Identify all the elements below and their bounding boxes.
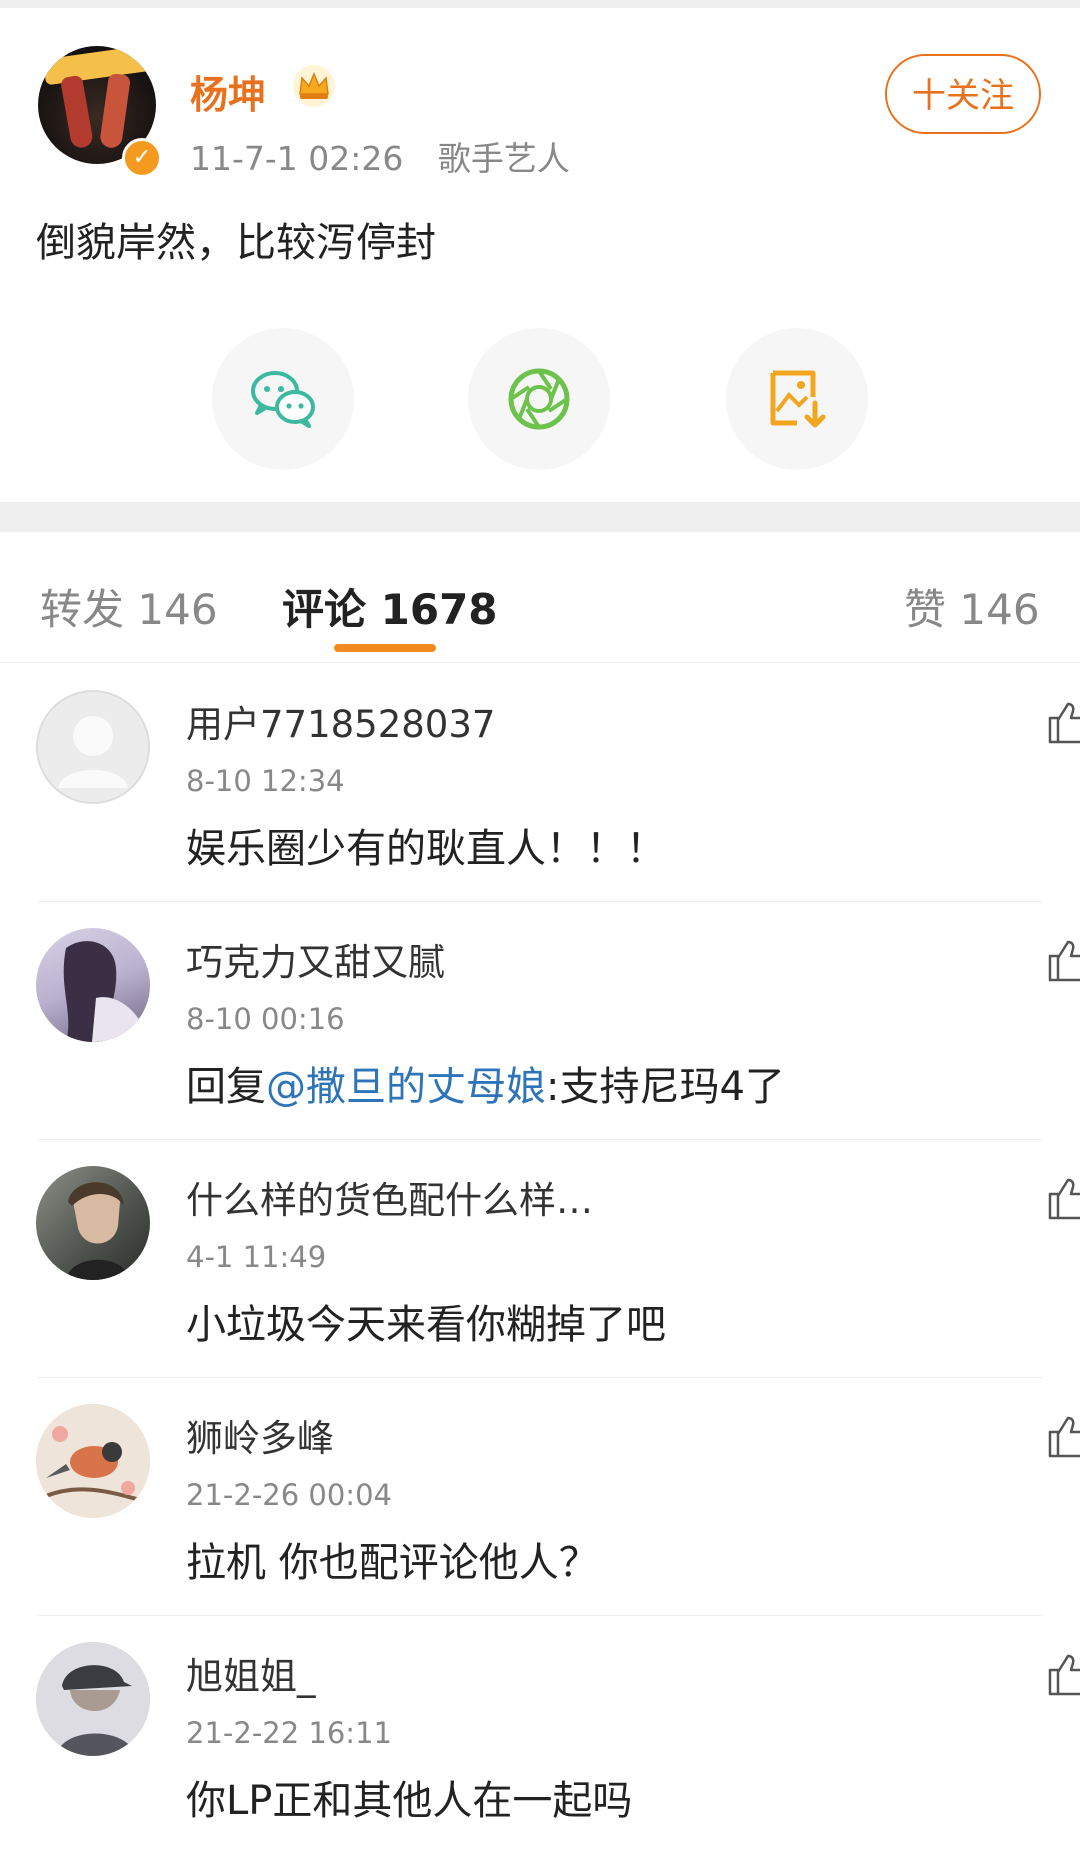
cap-avatar-icon [36, 1642, 150, 1756]
crown-icon [293, 65, 335, 107]
active-tab-indicator [334, 644, 436, 652]
moments-icon [508, 368, 570, 430]
comment-author[interactable]: 用户7718528037 [186, 694, 495, 748]
wechat-icon [251, 371, 315, 428]
thumbs-up-icon [1048, 702, 1080, 744]
save-image-button[interactable] [726, 328, 868, 470]
avatar[interactable] [36, 1642, 150, 1756]
comment-time: 4-1 11:49 [186, 1240, 327, 1274]
post-content: 倒貌岸然，比较泻停封 [36, 220, 436, 266]
post-time: 11-7-1 02:26 [190, 139, 404, 178]
avatar[interactable] [36, 1166, 150, 1280]
girl-avatar-icon [63, 941, 144, 1042]
post-username[interactable]: 杨坤 [190, 64, 266, 119]
share-wechat-button[interactable] [212, 328, 354, 470]
mention-link[interactable]: @撒旦的丈母娘 [266, 1064, 546, 1110]
avatar[interactable] [36, 928, 150, 1042]
comment-item: 用户7718528037 8-10 12:34 娱乐圈少有的耿直人！！！ 3 [0, 664, 1080, 902]
follow-button[interactable]: 十关注 [885, 54, 1041, 134]
comment-author[interactable]: 什么样的货色配什么样… [186, 1170, 593, 1224]
tab-likes[interactable]: 赞 146 [904, 576, 1040, 637]
comment-time: 21-2-26 00:04 [186, 1478, 392, 1512]
tab-repost[interactable]: 转发 146 [40, 576, 218, 637]
comment-time: 21-2-22 16:11 [186, 1716, 392, 1750]
post-meta: 11-7-1 02:26 歌手艺人 [190, 132, 594, 180]
comment-item: 狮岭多峰 21-2-26 00:04 拉机 你也配评论他人？ 2 [0, 1378, 1080, 1616]
post-card: ✓ 杨坤 11-7-1 02:26 歌手艺人 十关注 倒貌岸然，比较泻停封 [0, 8, 1080, 502]
comment-item: 什么样的货色配什么样… 4-1 11:49 小垃圾今天来看你糊掉了吧 1 [0, 1140, 1080, 1378]
avatar[interactable] [36, 1404, 150, 1518]
comment-text: 你LP正和其他人在一起吗 [186, 1778, 633, 1824]
comment-time: 8-10 12:34 [186, 764, 345, 798]
default-avatar-icon [36, 690, 150, 804]
comment-text: 回复@撒旦的丈母娘:支持尼玛4了 [186, 1064, 785, 1110]
post-tag: 歌手艺人 [437, 139, 570, 178]
top-strip [0, 0, 1080, 8]
thumbs-up-icon [1048, 1654, 1080, 1696]
save-image-icon [770, 370, 826, 428]
tab-comments[interactable]: 评论 1678 [282, 576, 498, 637]
thumbs-up-icon [1048, 1416, 1080, 1458]
comment-author[interactable]: 旭姐姐_ [186, 1646, 316, 1700]
comment-item: 巧克力又甜又腻 8-10 00:16 回复@撒旦的丈母娘:支持尼玛4了 1 [0, 902, 1080, 1140]
comment-author[interactable]: 狮岭多峰 [186, 1408, 334, 1462]
thumbs-up-icon [1048, 1178, 1080, 1220]
man-avatar-icon [66, 1182, 130, 1280]
verified-badge-icon: ✓ [122, 138, 162, 178]
share-moments-button[interactable] [468, 328, 610, 470]
tab-bar: 转发 146 评论 1678 赞 146 [0, 532, 1080, 663]
comment-text: 娱乐圈少有的耿直人！！！ [186, 826, 666, 872]
comment-item: 旭姐姐_ 21-2-22 16:11 你LP正和其他人在一起吗 3 [0, 1616, 1080, 1854]
thumbs-up-icon [1048, 940, 1080, 982]
comment-author[interactable]: 巧克力又甜又腻 [186, 932, 445, 986]
comment-text: 拉机 你也配评论他人？ [186, 1540, 599, 1586]
comment-text: 小垃圾今天来看你糊掉了吧 [186, 1302, 666, 1348]
comment-time: 8-10 00:16 [186, 1002, 345, 1036]
section-divider [0, 502, 1080, 532]
avatar[interactable] [36, 690, 150, 804]
bird-avatar-icon [36, 1404, 150, 1518]
